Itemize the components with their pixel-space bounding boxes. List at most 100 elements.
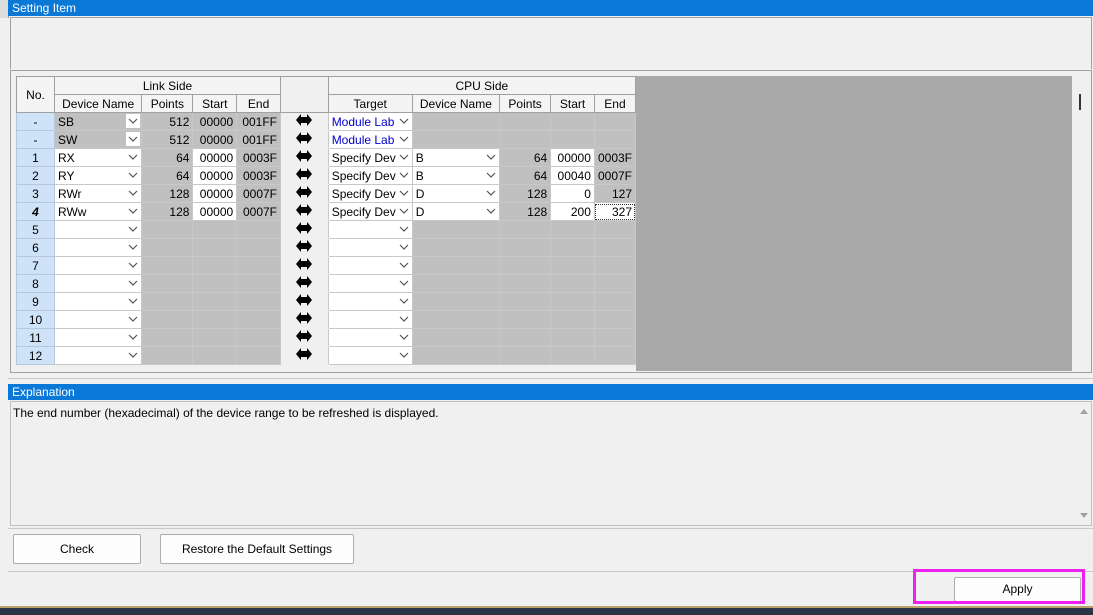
target-select[interactable]: Module Lab: [327, 112, 413, 131]
table-row[interactable]: - SW 512 00000 001FF Module Lab: [16, 130, 636, 149]
chevron-down-icon[interactable]: [484, 168, 499, 182]
empty-cell: [593, 256, 636, 275]
link-device-select[interactable]: RX: [53, 148, 143, 167]
chevron-down-icon[interactable]: [126, 276, 141, 290]
chevron-down-icon[interactable]: [396, 150, 411, 164]
cpu-device-select[interactable]: D: [411, 184, 501, 203]
chevron-down-icon[interactable]: [126, 294, 141, 308]
link-start-cell[interactable]: 00000: [192, 202, 238, 221]
link-points-cell: [141, 220, 194, 239]
target-select[interactable]: Specify Dev: [327, 184, 413, 203]
table-row[interactable]: 9: [16, 292, 636, 311]
link-device-select[interactable]: [53, 310, 143, 329]
link-device-select[interactable]: [53, 346, 143, 365]
link-device-select[interactable]: SW: [53, 130, 143, 149]
chevron-down-icon[interactable]: [396, 240, 411, 254]
chevron-down-icon[interactable]: [126, 330, 141, 344]
table-row[interactable]: 8: [16, 274, 636, 293]
chevron-down-icon[interactable]: [126, 168, 141, 182]
chevron-down-icon[interactable]: [484, 150, 499, 164]
cpu-device-select[interactable]: B: [411, 166, 501, 185]
double-arrow-icon: [296, 312, 313, 324]
chevron-down-icon[interactable]: [396, 114, 411, 128]
link-start-cell[interactable]: 00000: [192, 184, 238, 203]
link-start-cell[interactable]: 00000: [192, 166, 238, 185]
link-device-select[interactable]: [53, 274, 143, 293]
target-select[interactable]: Specify Dev: [327, 166, 413, 185]
target-select[interactable]: [327, 238, 413, 257]
chevron-down-icon[interactable]: [484, 186, 499, 200]
target-select[interactable]: Module Lab: [327, 130, 413, 149]
chevron-down-icon[interactable]: [126, 258, 141, 272]
chevron-down-icon[interactable]: [396, 204, 411, 218]
chevron-down-icon[interactable]: [126, 240, 141, 254]
chevron-down-icon[interactable]: [396, 258, 411, 272]
cpu-start-cell[interactable]: 0: [550, 184, 595, 203]
check-button[interactable]: Check: [13, 534, 141, 564]
cpu-start-cell[interactable]: 200: [550, 202, 595, 221]
table-row[interactable]: 2 RY 64 00000 0003F Specify Dev B 64 00040 0007F: [16, 166, 636, 185]
link-device-select[interactable]: [53, 220, 143, 239]
cpu-device-select[interactable]: D: [411, 202, 501, 221]
target-select[interactable]: [327, 328, 413, 347]
cpu-end-cell[interactable]: 327: [593, 202, 636, 221]
table-row[interactable]: 1 RX 64 00000 0003F Specify Dev B 64 00000 0003F: [16, 148, 636, 167]
cpu-start-cell[interactable]: 00000: [550, 148, 595, 167]
chevron-down-icon[interactable]: [126, 114, 141, 128]
empty-cell: [411, 346, 501, 365]
target-select[interactable]: [327, 346, 413, 365]
refresh-setting-grid[interactable]: No. Link Side CPU Side Device Name Point…: [16, 76, 636, 371]
link-device-select[interactable]: [53, 292, 143, 311]
chevron-down-icon[interactable]: [126, 222, 141, 236]
empty-cell: [499, 274, 552, 293]
chevron-down-icon[interactable]: [126, 132, 141, 146]
target-select[interactable]: [327, 292, 413, 311]
chevron-down-icon[interactable]: [396, 348, 411, 362]
table-row[interactable]: 12: [16, 346, 636, 365]
grid-vertical-scrollbar[interactable]: [1072, 76, 1090, 371]
cpu-device-value: B: [415, 168, 424, 183]
cpu-start-cell[interactable]: 00040: [550, 166, 595, 185]
chevron-down-icon[interactable]: [396, 330, 411, 344]
chevron-down-icon[interactable]: [126, 348, 141, 362]
chevron-down-icon[interactable]: [396, 222, 411, 236]
chevron-down-icon[interactable]: [396, 312, 411, 326]
table-row[interactable]: 10: [16, 310, 636, 329]
link-device-select[interactable]: RY: [53, 166, 143, 185]
chevron-down-icon[interactable]: [126, 150, 141, 164]
scroll-thumb[interactable]: [1079, 94, 1081, 110]
target-select[interactable]: [327, 256, 413, 275]
restore-defaults-button[interactable]: Restore the Default Settings: [160, 534, 354, 564]
chevron-down-icon[interactable]: [484, 204, 499, 218]
chevron-down-icon[interactable]: [396, 168, 411, 182]
link-device-select[interactable]: [53, 238, 143, 257]
cpu-device-select[interactable]: B: [411, 148, 501, 167]
table-row[interactable]: 4 RWw 128 00000 0007F Specify Dev D 128 200 327: [16, 202, 636, 221]
setting-item-title: Setting Item: [8, 0, 1093, 16]
link-device-select[interactable]: RWw: [53, 202, 143, 221]
target-select[interactable]: Specify Dev: [327, 148, 413, 167]
table-row[interactable]: 7: [16, 256, 636, 275]
target-select[interactable]: [327, 310, 413, 329]
link-device-select[interactable]: RWr: [53, 184, 143, 203]
chevron-down-icon[interactable]: [126, 312, 141, 326]
link-device-select[interactable]: SB: [53, 112, 143, 131]
chevron-down-icon[interactable]: [126, 204, 141, 218]
explanation-scrollbar[interactable]: [1077, 402, 1091, 525]
chevron-down-icon[interactable]: [396, 132, 411, 146]
table-row[interactable]: - SB 512 00000 001FF Module Lab: [16, 112, 636, 131]
link-device-select[interactable]: [53, 328, 143, 347]
chevron-down-icon[interactable]: [396, 186, 411, 200]
table-row[interactable]: 5: [16, 220, 636, 239]
table-row[interactable]: 6: [16, 238, 636, 257]
target-select[interactable]: Specify Dev: [327, 202, 413, 221]
link-device-select[interactable]: [53, 256, 143, 275]
target-select[interactable]: [327, 274, 413, 293]
table-row[interactable]: 11: [16, 328, 636, 347]
chevron-down-icon[interactable]: [396, 276, 411, 290]
chevron-down-icon[interactable]: [126, 186, 141, 200]
target-select[interactable]: [327, 220, 413, 239]
link-start-cell[interactable]: 00000: [192, 148, 238, 167]
table-row[interactable]: 3 RWr 128 00000 0007F Specify Dev D 128 0 127: [16, 184, 636, 203]
chevron-down-icon[interactable]: [396, 294, 411, 308]
